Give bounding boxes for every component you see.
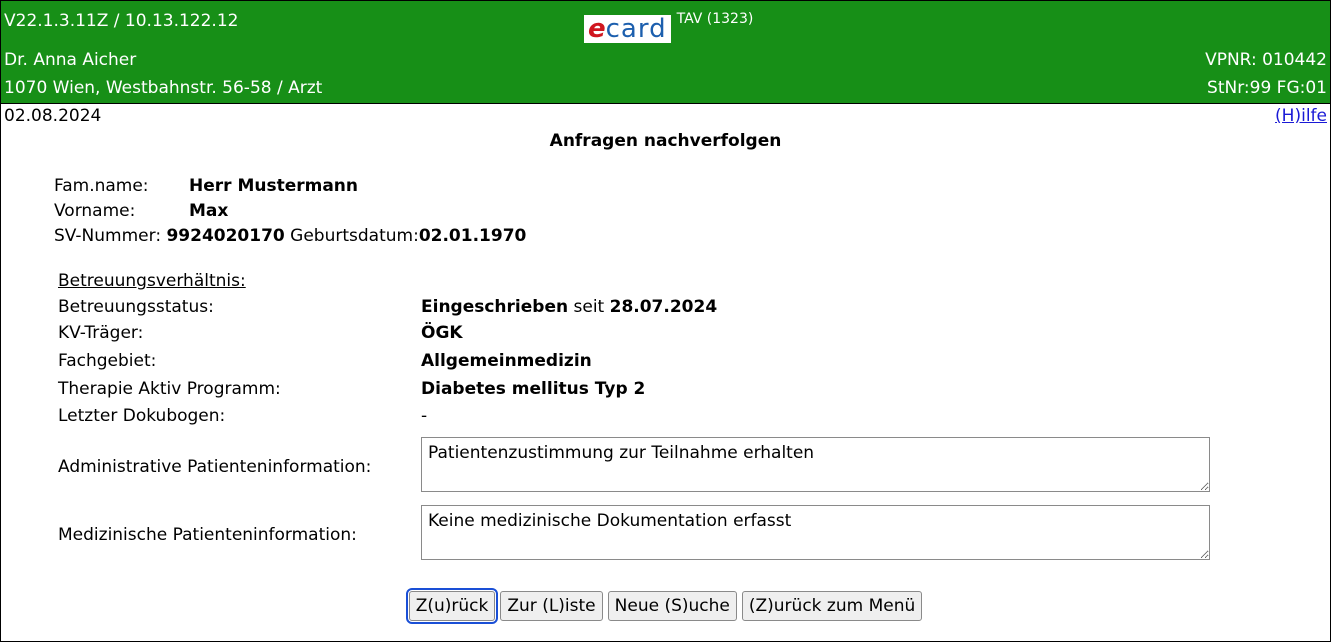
ecard-logo-card: card: [605, 14, 667, 44]
famname-value: Herr Mustermann: [189, 176, 359, 196]
back-to-menu-button[interactable]: (Z)urück zum Menü: [741, 591, 923, 621]
geb-label: Geburtsdatum:: [290, 226, 419, 246]
current-date: 02.08.2024: [4, 106, 102, 126]
famname-row: Fam.name: Herr Mustermann: [54, 176, 358, 196]
ecard-logo: e card TAV (1323): [584, 9, 753, 43]
vorname-value: Max: [189, 201, 229, 221]
med-info-label: Medizinische Patienteninformation:: [58, 525, 357, 545]
kv-label: KV-Träger:: [58, 323, 144, 343]
status-value: Eingeschrieben: [421, 297, 569, 317]
button-bar: Z(u)rück Zur (L)iste Neue (S)uche (Z)urü…: [1, 588, 1330, 624]
ecard-logo-box: e card: [584, 15, 671, 43]
fach-value: Allgemeinmedizin: [421, 351, 592, 371]
sv-value: 9924020170: [166, 226, 285, 246]
status-date: 28.07.2024: [609, 297, 718, 317]
status-value-row: Eingeschrieben seit 28.07.2024: [421, 297, 717, 317]
sv-label: SV-Nummer:: [54, 226, 162, 246]
vorname-row: Vorname: Max: [54, 201, 228, 221]
stnr: StNr:99 FG:01: [1207, 78, 1327, 98]
list-button[interactable]: Zur (L)iste: [500, 591, 603, 621]
new-search-button[interactable]: Neue (S)uche: [607, 591, 737, 621]
version-text: V22.1.3.11Z / 10.13.122.12: [4, 11, 239, 31]
vorname-label: Vorname:: [54, 201, 136, 221]
doctor-address: 1070 Wien, Westbahnstr. 56-58 / Arzt: [4, 78, 323, 98]
programm-label: Therapie Aktiv Programm:: [58, 379, 281, 399]
ecard-logo-e: e: [588, 14, 606, 44]
famname-label: Fam.name:: [54, 176, 149, 196]
vpnr: VPNR: 010442: [1205, 50, 1327, 70]
status-seit: seit: [568, 297, 610, 317]
betreuung-heading: Betreuungsverhältnis:: [58, 271, 246, 291]
doctor-name: Dr. Anna Aicher: [4, 50, 137, 70]
back-button[interactable]: Z(u)rück: [405, 588, 499, 624]
med-info-textarea[interactable]: Keine medizinische Dokumentation erfasst: [421, 505, 1210, 560]
status-label: Betreuungsstatus:: [58, 297, 214, 317]
fach-label: Fachgebiet:: [58, 351, 157, 371]
page-frame: V22.1.3.11Z / 10.13.122.12 e card TAV (13…: [0, 0, 1331, 642]
admin-info-label: Administrative Patienteninformation:: [58, 457, 372, 477]
tav-code: TAV (1323): [676, 11, 754, 27]
doku-value: -: [421, 406, 428, 426]
header-doctor-row: Dr. Anna Aicher VPNR: 010442: [1, 46, 1330, 74]
geb-value: 02.01.1970: [418, 226, 527, 246]
header-version-row: V22.1.3.11Z / 10.13.122.12 e card TAV (13…: [1, 1, 1330, 46]
help-link[interactable]: (H)ilfe: [1275, 106, 1327, 126]
header-address-row: 1070 Wien, Westbahnstr. 56-58 / Arzt StN…: [1, 74, 1330, 104]
kv-value: ÖGK: [421, 323, 463, 343]
programm-value: Diabetes mellitus Typ 2: [421, 379, 646, 399]
doku-label: Letzter Dokubogen:: [58, 406, 226, 426]
admin-info-textarea[interactable]: Patientenzustimmung zur Teilnahme erhalt…: [421, 437, 1210, 492]
page-title: Anfragen nachverfolgen: [549, 131, 782, 151]
sv-row: SV-Nummer: 9924020170 Geburtsdatum:02.01…: [54, 226, 526, 246]
